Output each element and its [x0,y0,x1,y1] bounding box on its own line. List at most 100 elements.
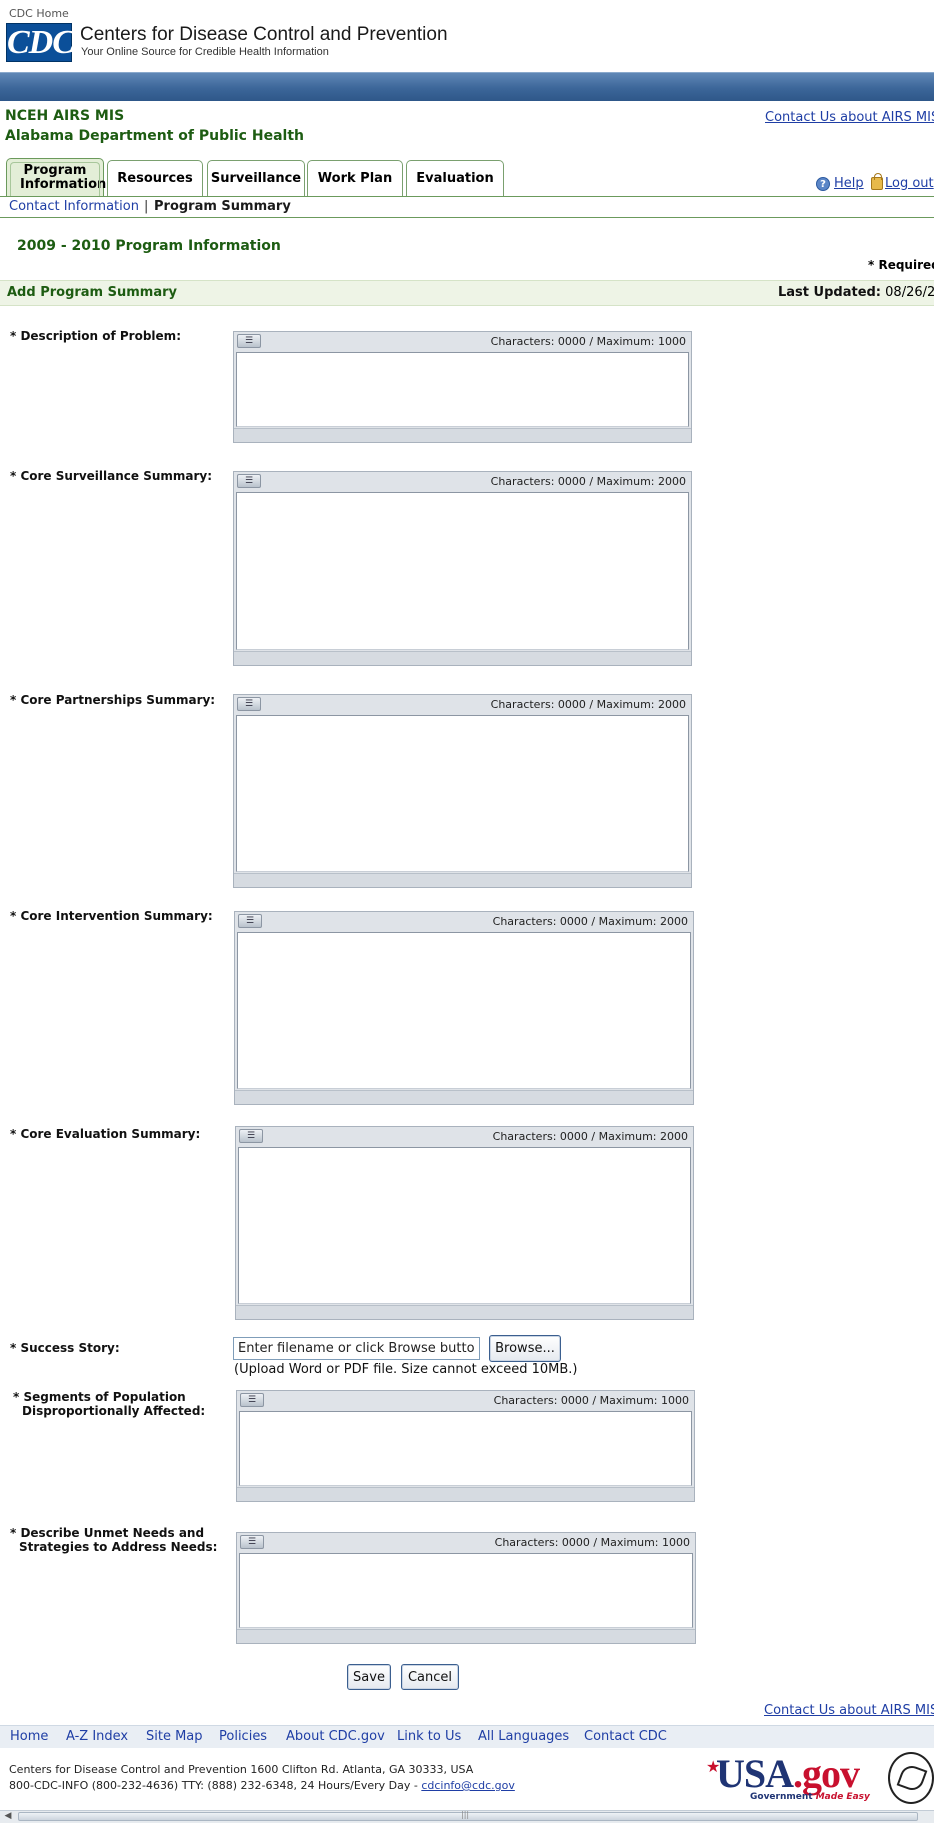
character-counter: Characters: 0000 / Maximum: 2000 [490,475,686,488]
segments-of-population-textarea[interactable] [239,1411,692,1486]
editor-description-of-problem[interactable]: ☰ Characters: 0000 / Maximum: 1000 [233,331,692,443]
last-updated-label: Last Updated: [778,285,882,300]
save-button[interactable]: Save [347,1664,391,1690]
tab-label: Program Information [20,163,107,192]
cdc-home-link[interactable]: CDC Home [9,7,69,20]
last-updated: Last Updated: 08/26/2009 [778,285,934,300]
spellcheck-icon[interactable]: ☰ [238,914,262,928]
spellcheck-icon[interactable]: ☰ [240,1393,264,1407]
scroll-left-arrow-icon[interactable]: ◀ [2,1811,14,1822]
field-label-core-partnerships-summary: * Core Partnerships Summary: [10,693,216,707]
hhs-seal-icon[interactable] [888,1752,934,1804]
tab-evaluation[interactable]: Evaluation [406,160,504,196]
footer-link-site-map[interactable]: Site Map [146,1729,203,1744]
cancel-button[interactable]: Cancel [401,1664,459,1690]
footer-contact-us-link[interactable]: Contact Us about AIRS MIS [764,1703,934,1718]
core-intervention-summary-textarea[interactable] [237,932,691,1089]
editor-status-bar [237,1629,695,1643]
cdc-logo[interactable]: CDC [6,23,75,62]
editor-unmet-needs[interactable]: ☰ Characters: 0000 / Maximum: 1000 [236,1532,696,1644]
editor-status-bar [235,1090,693,1104]
field-label-success-story: * Success Story: [10,1341,120,1355]
footer-link-policies[interactable]: Policies [219,1729,267,1744]
spellcheck-icon[interactable]: ☰ [239,1129,263,1143]
editor-toolbar: ☰ Characters: 0000 / Maximum: 1000 [237,1391,694,1410]
logout-label: Log out [885,176,934,191]
field-label-core-intervention-summary: * Core Intervention Summary: [10,909,213,923]
description-of-problem-textarea[interactable] [236,352,689,427]
page-title: 2009 - 2010 Program Information [17,238,281,254]
footer-link-contact-cdc[interactable]: Contact CDC [584,1729,667,1744]
editor-core-surveillance-summary[interactable]: ☰ Characters: 0000 / Maximum: 2000 [233,471,692,666]
spellcheck-icon[interactable]: ☰ [237,334,261,348]
footer-link-about-cdc[interactable]: About CDC.gov [286,1729,385,1744]
logout-link[interactable]: Log out [871,173,934,191]
footer-email-link[interactable]: cdcinfo@cdc.gov [421,1779,515,1792]
footer-address: Centers for Disease Control and Preventi… [9,1763,474,1776]
field-label-segments-of-population: * Segments of Population Disproportional… [13,1390,206,1418]
lock-icon [871,173,883,190]
tab-program-information[interactable]: Program Information [6,158,107,197]
footer-phone: 800-CDC-INFO (800-232-4636) TTY: (888) 2… [9,1779,515,1792]
sub-navigation [0,197,934,218]
department-name: Alabama Department of Public Health [5,128,304,144]
core-surveillance-summary-textarea[interactable] [236,492,689,650]
editor-core-evaluation-summary[interactable]: ☰ Characters: 0000 / Maximum: 2000 [235,1126,694,1320]
tab-label: Resources [117,170,193,186]
editor-toolbar: ☰ Characters: 0000 / Maximum: 2000 [234,695,691,714]
unmet-needs-textarea[interactable] [239,1553,693,1628]
field-label-unmet-needs: * Describe Unmet Needs and Strategies to… [10,1526,218,1554]
character-counter: Characters: 0000 / Maximum: 2000 [492,915,688,928]
tab-work-plan[interactable]: Work Plan [307,160,403,196]
tab-resources[interactable]: Resources [107,160,203,196]
field-label-core-evaluation-summary: * Core Evaluation Summary: [10,1127,201,1141]
editor-toolbar: ☰ Characters: 0000 / Maximum: 1000 [234,332,691,351]
character-counter: Characters: 0000 / Maximum: 2000 [492,1130,688,1143]
usagov-suffix: .gov [793,1751,860,1796]
browse-button[interactable]: Browse... [489,1335,561,1362]
editor-core-partnerships-summary[interactable]: ☰ Characters: 0000 / Maximum: 2000 [233,694,692,888]
footer-link-link-to-us[interactable]: Link to Us [397,1729,461,1744]
footer-link-home[interactable]: Home [10,1729,48,1744]
tab-label: Surveillance [210,170,302,186]
subnav-separator: | [144,199,149,214]
footer-phone-text: 800-CDC-INFO (800-232-4636) TTY: (888) 2… [9,1779,422,1792]
editor-core-intervention-summary[interactable]: ☰ Characters: 0000 / Maximum: 2000 [234,911,694,1105]
spellcheck-icon[interactable]: ☰ [240,1535,264,1549]
tab-label: Evaluation [416,170,494,186]
footer-link-a-z-index[interactable]: A-Z Index [66,1729,128,1744]
contact-us-link[interactable]: Contact Us about AIRS MIS [765,110,934,125]
editor-toolbar: ☰ Characters: 0000 / Maximum: 1000 [237,1533,695,1552]
success-story-file-input[interactable] [233,1337,480,1360]
core-partnerships-summary-textarea[interactable] [236,715,689,872]
character-counter: Characters: 0000 / Maximum: 1000 [494,1536,690,1549]
subnav-program-summary[interactable]: Program Summary [154,199,291,214]
character-counter: Characters: 0000 / Maximum: 1000 [493,1394,689,1407]
editor-segments-of-population[interactable]: ☰ Characters: 0000 / Maximum: 1000 [236,1390,695,1502]
character-counter: Characters: 0000 / Maximum: 1000 [490,335,686,348]
footer-nav [0,1725,934,1748]
subnav-contact-information[interactable]: Contact Information [9,199,139,214]
editor-status-bar [236,1305,693,1319]
usagov-main-text: USA [716,1751,794,1796]
character-counter: Characters: 0000 / Maximum: 2000 [490,698,686,711]
editor-status-bar [234,873,691,887]
app-name: NCEH AIRS MIS [5,108,125,124]
tab-surveillance[interactable]: Surveillance [207,160,305,196]
cdc-site-title: Centers for Disease Control and Preventi… [80,24,448,45]
help-link[interactable]: ? Help [816,176,864,191]
core-evaluation-summary-textarea[interactable] [238,1147,691,1304]
tab-label: Work Plan [317,170,393,186]
spellcheck-icon[interactable]: ☰ [237,474,261,488]
field-label-core-surveillance-summary: * Core Surveillance Summary: [10,469,213,483]
spellcheck-icon[interactable]: ☰ [237,697,261,711]
footer-link-all-languages[interactable]: All Languages [478,1729,569,1744]
header-blue-bar [0,72,934,101]
field-label-description-of-problem: * Description of Problem: [10,329,181,343]
usagov-logo[interactable]: ★ USA.gov Government Made Easy [706,1751,870,1804]
section-title: Add Program Summary [7,285,177,300]
cdc-tagline: Your Online Source for Credible Health I… [81,46,329,58]
scrollbar-thumb[interactable] [18,1810,918,1821]
editor-status-bar [234,428,691,442]
upload-note: (Upload Word or PDF file. Size cannot ex… [234,1362,578,1377]
